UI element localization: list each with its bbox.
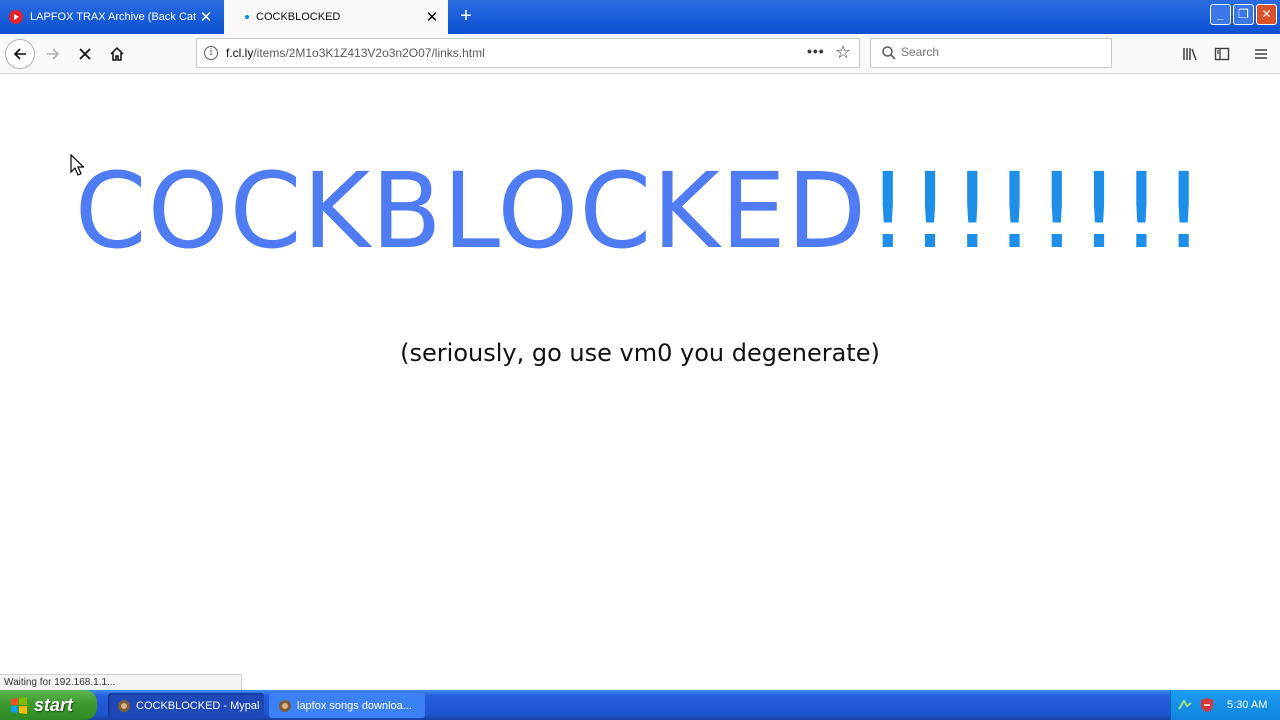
url-text[interactable]: f.cl.ly/items/2M1o3K1Z413V2o3n2O07/links… [226, 46, 485, 60]
home-icon[interactable] [102, 39, 132, 69]
system-tray: 5:30 AM [1170, 690, 1280, 720]
start-label: start [34, 694, 74, 715]
hamburger-menu-icon[interactable] [1250, 43, 1272, 65]
url-host: f.cl.ly [226, 46, 254, 60]
tab-lapfox-archive[interactable]: LAPFOX TRAX Archive (Back Catal ✕ [0, 0, 222, 34]
taskbar-item-mypal[interactable]: COCKBLOCKED - Mypal [108, 693, 264, 718]
tab-close-icon[interactable]: ✕ [422, 8, 442, 26]
taskbar-item-lapfox-search[interactable]: lapfox songs downloa... [269, 693, 425, 718]
windows-logo-icon [11, 697, 27, 714]
back-arrow-icon[interactable] [5, 39, 35, 69]
url-bar[interactable]: i f.cl.ly/items/2M1o3K1Z413V2o3n2O07/lin… [196, 38, 860, 68]
mypal-app-icon [118, 699, 130, 712]
network-tray-icon[interactable] [1177, 697, 1193, 713]
search-input[interactable] [901, 45, 1101, 59]
youtube-favicon-icon [9, 10, 23, 24]
taskbar-item-label: COCKBLOCKED - Mypal [136, 699, 260, 712]
page-content: COCKBLOCKED!!!!!!!! (seriously, go use v… [0, 74, 1280, 690]
bookmark-star-icon[interactable]: ☆ [835, 42, 851, 63]
mypal-app-icon [279, 699, 291, 712]
start-button[interactable]: start [0, 690, 97, 720]
navigation-toolbar: i f.cl.ly/items/2M1o3K1Z413V2o3n2O07/lin… [0, 34, 1280, 74]
page-subtitle: (seriously, go use vm0 you degenerate) [400, 339, 880, 367]
security-shield-icon[interactable] [1199, 697, 1215, 713]
forward-arrow-icon[interactable] [38, 39, 68, 69]
tab-strip: LAPFOX TRAX Archive (Back Catal ✕ COCKBL… [0, 0, 1280, 34]
new-tab-plus-icon[interactable]: + [454, 4, 478, 28]
page-actions-icon[interactable]: ••• [807, 43, 825, 59]
tab-title: COCKBLOCKED [256, 11, 341, 23]
library-icon[interactable] [1179, 43, 1201, 65]
tab-close-icon[interactable]: ✕ [196, 8, 216, 26]
window-restore-button[interactable]: ❐ [1233, 4, 1254, 25]
tab-cockblocked[interactable]: COCKBLOCKED ✕ [224, 0, 448, 34]
headline-exclamations: !!!!!!!! [867, 150, 1206, 272]
window-minimize-button[interactable]: _ [1210, 4, 1231, 25]
taskbar-item-label: lapfox songs downloa... [297, 699, 412, 712]
status-text: Waiting for 192.168.1.1... [0, 674, 242, 690]
window-close-button[interactable]: ✕ [1256, 4, 1277, 25]
taskbar: start COCKBLOCKED - Mypal lapfox songs d… [0, 690, 1280, 720]
site-info-icon[interactable]: i [204, 46, 218, 60]
page-headline: COCKBLOCKED!!!!!!!! [6, 150, 1273, 272]
sidebar-icon[interactable] [1211, 43, 1233, 65]
clock[interactable]: 5:30 AM [1227, 699, 1267, 711]
search-box[interactable] [870, 38, 1112, 68]
tab-title: LAPFOX TRAX Archive (Back Catal [30, 11, 196, 23]
mouse-cursor-icon [70, 154, 84, 176]
url-path: /items/2M1o3K1Z413V2o3n2O07/links.html [253, 46, 485, 60]
headline-word: COCKBLOCKED [74, 150, 868, 272]
stop-icon[interactable] [70, 39, 100, 69]
search-icon [882, 46, 896, 60]
loading-indicator-icon [245, 15, 249, 19]
